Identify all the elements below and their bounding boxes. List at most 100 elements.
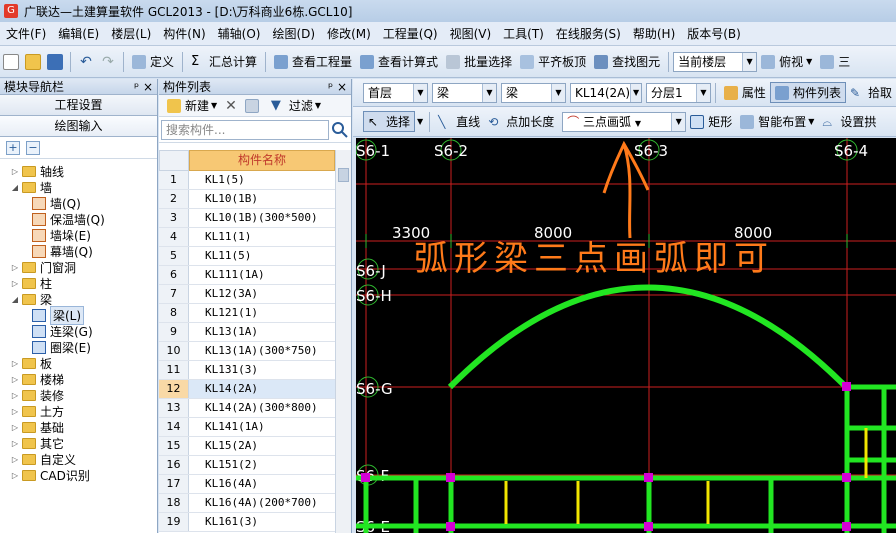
batch-select-button[interactable]: 批量选择 [442, 53, 516, 70]
save-icon[interactable] [47, 53, 63, 70]
expand-arrow-icon[interactable]: ▷ [10, 407, 20, 416]
component-name-cell[interactable]: KL141(1A) [189, 418, 335, 436]
table-row[interactable]: 13 KL14(2A)(300*800) [159, 399, 335, 418]
floor-select[interactable]: 首层 ▼ [363, 82, 428, 103]
component-name-cell[interactable]: KL111(1A) [189, 266, 335, 284]
table-row[interactable]: 6 KL111(1A) [159, 266, 335, 285]
tree-item[interactable]: ▷ 基础 [0, 419, 157, 435]
expand-arrow-icon[interactable]: ▷ [10, 263, 20, 272]
new-file-icon[interactable] [3, 53, 19, 70]
component-name-cell[interactable]: KL10(1B)(300*500) [189, 209, 335, 227]
component-name-cell[interactable]: KL13(1A) [189, 323, 335, 341]
table-row[interactable]: 7 KL12(3A) [159, 285, 335, 304]
chevron-down-icon[interactable]: ▼ [482, 83, 496, 102]
chevron-down-icon[interactable]: ▼ [742, 52, 757, 71]
select-button[interactable]: ↖ 选择 [363, 111, 416, 132]
tree-item[interactable]: 幕墙(Q) [0, 243, 157, 259]
define-button[interactable]: 定义 [128, 53, 178, 70]
expand-all-icon[interactable]: + [6, 140, 20, 155]
component-name-cell[interactable]: KL14(2A) [189, 380, 335, 398]
menu-file[interactable]: 文件(F) [0, 25, 52, 42]
component-list-scrollbar[interactable] [335, 150, 351, 533]
component-select[interactable]: KL14(2A) ▼ [570, 82, 642, 103]
tree-item[interactable]: ▷ 轴线 [0, 163, 157, 179]
expand-arrow-icon[interactable]: ▷ [10, 279, 20, 288]
menu-edit[interactable]: 编辑(E) [52, 25, 105, 42]
set-arch-button[interactable]: ⌓ 设置拱 [818, 113, 880, 130]
tree-item[interactable]: ▷ 门窗洞 [0, 259, 157, 275]
three-d-button[interactable]: 三 [816, 53, 854, 70]
expand-arrow-icon[interactable]: ▷ [10, 167, 20, 176]
menu-version[interactable]: 版本号(B) [681, 25, 747, 42]
current-floor-combo[interactable]: 当前楼层 ▼ [673, 51, 758, 72]
table-row[interactable]: 18 KL16(4A)(200*700) [159, 494, 335, 513]
pin-icon[interactable]: ᵖ [134, 80, 139, 94]
tree-item[interactable]: ▷ 板 [0, 355, 157, 371]
tree-item[interactable]: 圈梁(E) [0, 339, 157, 355]
redo-icon[interactable]: ↷ [100, 54, 116, 70]
chevron-down-icon[interactable]: ▼ [413, 83, 427, 102]
close-icon[interactable]: × [337, 80, 347, 94]
table-row[interactable]: 11 KL131(3) [159, 361, 335, 380]
tree-item[interactable]: 连梁(G) [0, 323, 157, 339]
menu-view[interactable]: 视图(V) [444, 25, 498, 42]
attributes-button[interactable]: 属性 [720, 84, 770, 101]
layer-select[interactable]: 分层1 ▼ [646, 82, 711, 103]
pin-icon[interactable]: ᵖ [328, 80, 333, 94]
table-row[interactable]: 1 KL1(5) [159, 171, 335, 190]
menu-online[interactable]: 在线服务(S) [550, 25, 627, 42]
component-name-cell[interactable]: KL12(3A) [189, 285, 335, 303]
menu-modify[interactable]: 修改(M) [321, 25, 377, 42]
close-icon[interactable]: × [143, 80, 153, 94]
tab-drawing-input[interactable]: 绘图输入 [0, 116, 157, 137]
component-name-cell[interactable]: KL16(4A)(200*700) [189, 494, 335, 512]
chevron-down-icon[interactable]: ▼ [696, 83, 710, 102]
pick-button[interactable]: ✎ 拾取 [846, 84, 896, 101]
tree-item[interactable]: ▷ 自定义 [0, 451, 157, 467]
table-row[interactable]: 12 KL14(2A) [159, 380, 335, 399]
component-name-cell[interactable]: KL121(1) [189, 304, 335, 322]
arc-beam[interactable] [447, 284, 849, 390]
tree-item[interactable]: 保温墙(Q) [0, 211, 157, 227]
expand-arrow-icon[interactable]: ▷ [10, 359, 20, 368]
menu-component[interactable]: 构件(N) [157, 25, 211, 42]
chevron-down-icon[interactable]: ▼ [417, 117, 423, 126]
table-row[interactable]: 3 KL10(1B)(300*500) [159, 209, 335, 228]
cad-drawing[interactable]: S6-1 S6-2 S6-3 S6-4 S6-J S6-H S6-G S6-F … [356, 138, 896, 533]
expand-arrow-icon[interactable]: ▷ [10, 375, 20, 384]
type-select[interactable]: 梁 ▼ [501, 82, 566, 103]
component-name-cell[interactable]: KL15(2A) [189, 437, 335, 455]
new-component-button[interactable]: 新建 ▼ [163, 97, 221, 114]
component-name-cell[interactable]: KL10(1B) [189, 190, 335, 208]
component-list-toggle[interactable]: 构件列表 [769, 82, 846, 103]
chevron-down-icon[interactable]: ▼ [551, 83, 565, 102]
component-name-header[interactable]: 构件名称 [189, 150, 335, 171]
menu-tools[interactable]: 工具(T) [497, 25, 550, 42]
table-row[interactable]: 15 KL15(2A) [159, 437, 335, 456]
tree-item[interactable]: ▷ 其它 [0, 435, 157, 451]
undo-icon[interactable]: ↶ [78, 54, 94, 70]
table-row[interactable]: 5 KL11(5) [159, 247, 335, 266]
component-search-input[interactable]: 搜索构件... [161, 119, 329, 140]
chevron-down-icon[interactable]: ▼ [671, 112, 686, 131]
find-element-button[interactable]: 查找图元 [590, 53, 664, 70]
sum-calc-button[interactable]: Σ 汇总计算 [187, 53, 261, 70]
collapse-arrow-icon[interactable]: ◢ [10, 183, 20, 192]
table-row[interactable]: 8 KL121(1) [159, 304, 335, 323]
view-quantity-button[interactable]: 查看工程量 [270, 53, 356, 70]
chevron-down-icon[interactable]: ▼ [630, 83, 641, 102]
tree-item[interactable]: 梁(L) [0, 305, 157, 325]
view-mode-button[interactable]: 俯视 ▼ [757, 53, 816, 70]
component-name-cell[interactable]: KL151(2) [189, 456, 335, 474]
tree-item[interactable]: ▷ CAD识别 [0, 467, 157, 483]
component-name-cell[interactable]: KL13(1A)(300*750) [189, 342, 335, 360]
scrollbar-thumb[interactable] [338, 168, 349, 182]
component-name-cell[interactable]: KL14(2A)(300*800) [189, 399, 335, 417]
component-name-cell[interactable]: KL161(3) [189, 513, 335, 531]
point-extend-button[interactable]: ⟲ 点加长度 [484, 113, 558, 130]
component-name-cell[interactable]: KL16(4A) [189, 475, 335, 493]
tree-item[interactable]: ◢ 墙 [0, 179, 157, 195]
tree-item[interactable]: ▷ 柱 [0, 275, 157, 291]
menu-draw[interactable]: 绘图(D) [266, 25, 321, 42]
component-name-cell[interactable]: KL11(5) [189, 247, 335, 265]
